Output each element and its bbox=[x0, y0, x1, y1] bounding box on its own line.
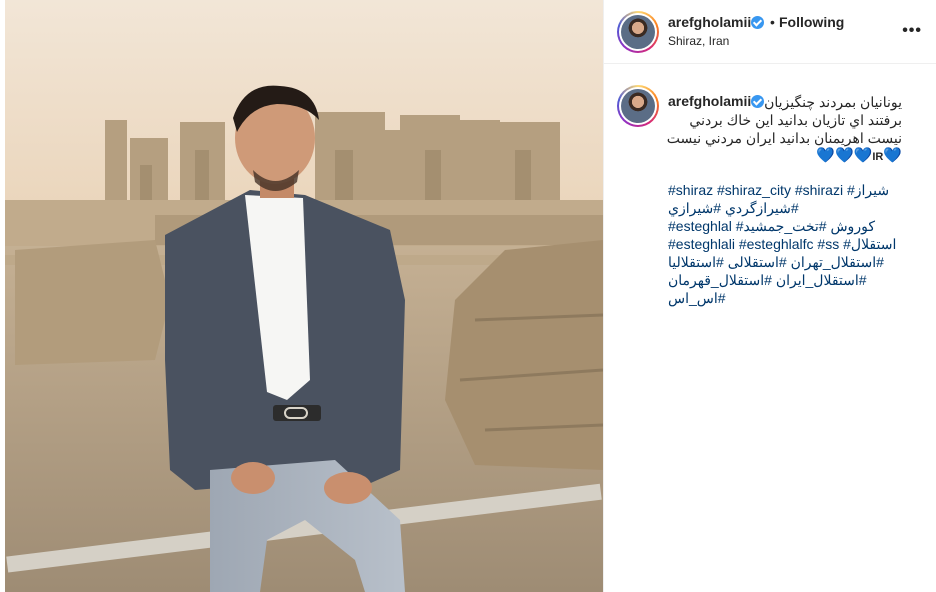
caption-line: برفتند اي تازيان بدانيد اين خاك بردني bbox=[689, 112, 902, 128]
avatar-image bbox=[621, 15, 655, 49]
avatar[interactable] bbox=[617, 11, 659, 53]
instagram-post: arefgholamii • Following Shiraz, Iran ••… bbox=[0, 0, 936, 592]
caption-avatar-image bbox=[621, 89, 655, 123]
emoji-line: 💙💙💙IR💙 bbox=[668, 147, 902, 166]
hashtag-list: #shiraz #shiraz_city #shirazi #شيراز #شي… bbox=[668, 181, 902, 307]
hashtag-line[interactable]: #شيرازگردي #شيرازي bbox=[668, 199, 902, 217]
caption-line: نيست اهريمنان بدانيد ايران مردني نيست bbox=[666, 130, 902, 146]
blue-heart-icon: 💙 bbox=[883, 147, 902, 164]
verified-badge-icon bbox=[751, 16, 764, 29]
hashtag-line[interactable]: #esteghlal #كوروش #تخت_جمشيد bbox=[668, 217, 902, 235]
hashtag-line[interactable]: #اس_اس bbox=[668, 289, 902, 307]
iran-flag-icon: IR bbox=[872, 151, 884, 163]
hashtag-line[interactable]: #shiraz #shiraz_city #shirazi #شيراز bbox=[668, 181, 902, 199]
separator-dot: • bbox=[770, 14, 775, 30]
more-options-icon[interactable]: ••• bbox=[902, 22, 922, 40]
panel-divider bbox=[603, 0, 604, 592]
caption-line: يونانيان بمردند چنگيزيان bbox=[764, 94, 902, 110]
blue-heart-icon: 💙💙💙 bbox=[816, 147, 873, 164]
caption-avatar[interactable] bbox=[617, 85, 659, 127]
location-link[interactable]: Shiraz, Iran bbox=[668, 34, 729, 48]
hashtag-line[interactable]: #استقلال_تهران #استقلالی #استقلاليا bbox=[668, 253, 902, 271]
caption-text: يونانيان بمردند چنگيزيان برفتند اي تازيا… bbox=[666, 93, 902, 166]
following-button[interactable]: Following bbox=[779, 14, 844, 30]
hashtag-line[interactable]: #استقلال_ايران #استقلال_قهرمان bbox=[668, 271, 902, 289]
header-username[interactable]: arefgholamii bbox=[668, 14, 751, 30]
photo-illustration bbox=[5, 0, 603, 592]
post-photo[interactable] bbox=[5, 0, 603, 592]
post-header: arefgholamii • Following Shiraz, Iran ••… bbox=[604, 0, 936, 64]
hashtag-line[interactable]: #esteghlali #esteghlalfc #ss #استقلال bbox=[668, 235, 902, 253]
